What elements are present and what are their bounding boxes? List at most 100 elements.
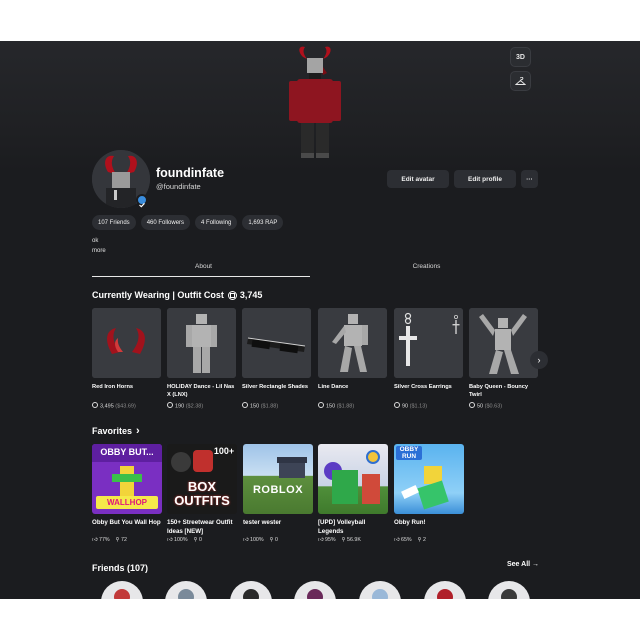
- wearing-item[interactable]: Silver Cross Earrings 90 ($1.13): [394, 308, 463, 410]
- username: @foundinfate: [156, 182, 201, 191]
- favorite-game[interactable]: OBBY BUT... WALLHOP Obby But You Wall Ho…: [92, 444, 162, 543]
- avatar-banner: 3D: [0, 41, 640, 171]
- verified-badge-icon: [136, 194, 148, 208]
- item-name: Red Iron Horns: [92, 384, 134, 390]
- friend-avatar[interactable]: [101, 581, 143, 599]
- item-thumbnail: [167, 308, 236, 378]
- currently-wearing-heading: Currently Wearing | Outfit Cost 3,745: [92, 290, 262, 300]
- wearing-item[interactable]: Red Iron Horns 3,495 ($43.69): [92, 308, 161, 410]
- friend-headshot: [372, 589, 388, 599]
- person-icon: ⚲: [417, 537, 422, 543]
- game-stats: 👍︎ 100% ⚲ 0: [243, 537, 278, 543]
- robux-icon: [92, 402, 98, 408]
- item-name: Silver Cross Earrings: [394, 384, 452, 390]
- game-stats: 👍︎ 95% ⚲ 56.9K: [318, 537, 361, 543]
- thumbnail-title: BOX OUTFITS: [174, 479, 230, 508]
- favorite-game[interactable]: ROBLOX tester wester 👍︎ 100% ⚲ 0: [243, 444, 313, 543]
- thumbnail-subtitle: WALLHOP: [96, 496, 158, 509]
- wearing-item[interactable]: HOLIDAY Dance - Lil Nas X (LNX) 190 ($2.…: [167, 308, 236, 410]
- thumbnail-logo: ROBLOX: [252, 484, 304, 496]
- edit-avatar-button[interactable]: Edit avatar: [387, 170, 449, 188]
- bio-text: ok: [92, 238, 99, 244]
- wearing-item[interactable]: Silver Rectangle Shades 150 ($1.88): [242, 308, 311, 410]
- friend-avatar[interactable]: [230, 581, 272, 599]
- item-name: Baby Queen - Bouncy Twirl: [469, 384, 529, 398]
- item-thumbnail: [92, 308, 161, 378]
- item-thumbnail: [242, 308, 311, 378]
- profile-stats: 107 Friends 460 Followers 4 Following 1,…: [92, 215, 284, 230]
- friend-avatar[interactable]: [424, 581, 466, 599]
- tab-creations[interactable]: Creations: [315, 259, 538, 278]
- item-name: HOLIDAY Dance - Lil Nas X (LNX): [167, 384, 235, 398]
- person-icon: ⚲: [115, 537, 120, 543]
- robux-icon: [227, 290, 237, 300]
- rap-value: 1,693 RAP: [242, 215, 284, 230]
- game-thumbnail: [318, 444, 388, 514]
- thumbs-up-icon: 👍︎: [318, 537, 324, 543]
- active-tab-indicator: [92, 276, 310, 277]
- friend-headshot: [243, 589, 259, 599]
- see-all-friends-link[interactable]: See All →: [507, 561, 539, 568]
- person-icon: ⚲: [269, 537, 274, 543]
- hanger-icon: [515, 76, 526, 85]
- chevron-right-icon: ›: [537, 355, 541, 365]
- edit-profile-button[interactable]: Edit profile: [454, 170, 516, 188]
- friend-avatar[interactable]: [488, 581, 530, 599]
- profile-page: 3D foundinfate @foundinfate Edit avatar …: [0, 41, 640, 599]
- friend-headshot: [307, 589, 323, 599]
- bio-more-link[interactable]: more: [92, 248, 106, 254]
- item-name: Line Dance: [318, 384, 349, 390]
- view-3d-button[interactable]: 3D: [510, 47, 531, 67]
- friends-heading: Friends (107): [92, 563, 149, 573]
- game-stats: 👍︎ 77% ⚲ 72: [92, 537, 127, 543]
- item-price: 150 ($1.88): [242, 402, 311, 410]
- display-name: foundinfate: [156, 166, 225, 180]
- friends-count[interactable]: 107 Friends: [92, 215, 136, 230]
- item-price: 50 ($0.63): [469, 402, 538, 410]
- game-name: 150+ Streetwear Outfit Ideas [NEW]: [167, 519, 233, 535]
- favorite-game[interactable]: [UPD] Volleyball Legends 👍︎ 95% ⚲ 56.9K: [318, 444, 388, 543]
- item-name: Silver Rectangle Shades: [242, 384, 309, 390]
- item-price: 190 ($2.38): [167, 402, 236, 410]
- item-price: 90 ($1.13): [394, 402, 463, 410]
- following-count[interactable]: 4 Following: [195, 215, 238, 230]
- person-icon: ⚲: [193, 537, 198, 543]
- favorites-heading[interactable]: Favorites ›: [92, 425, 140, 437]
- thumbs-up-icon: 👍︎: [243, 537, 249, 543]
- followers-count[interactable]: 460 Followers: [140, 215, 191, 230]
- favorite-game[interactable]: OBBY RUN Obby Run! 👍︎ 65% ⚲ 2: [394, 444, 464, 543]
- item-thumbnail: [318, 308, 387, 378]
- outfit-button[interactable]: [510, 71, 531, 91]
- currently-wearing-title: Currently Wearing | Outfit Cost: [92, 290, 224, 300]
- game-stats: 👍︎ 100% ⚲ 0: [167, 537, 202, 543]
- item-thumbnail: [394, 308, 463, 378]
- more-options-button[interactable]: ···: [521, 170, 538, 188]
- game-stats: 👍︎ 65% ⚲ 2: [394, 537, 426, 543]
- wearing-item[interactable]: Line Dance 150 ($1.88): [318, 308, 387, 410]
- avatar-3d-figure[interactable]: [283, 45, 347, 171]
- game-thumbnail: 100+ BOX OUTFITS: [167, 444, 237, 514]
- robux-icon: [242, 402, 248, 408]
- wearing-item[interactable]: Baby Queen - Bouncy Twirl 50 ($0.63): [469, 308, 538, 410]
- item-thumbnail: [469, 308, 538, 378]
- friend-headshot: [178, 589, 194, 599]
- friend-avatar[interactable]: [165, 581, 207, 599]
- item-price: 3,495 ($43.69): [92, 402, 161, 410]
- person-icon: ⚲: [341, 537, 346, 543]
- game-name: [UPD] Volleyball Legends: [318, 519, 366, 535]
- favorites-title: Favorites: [92, 426, 133, 436]
- robux-icon: [318, 402, 324, 408]
- thumbs-up-icon: 👍︎: [394, 537, 400, 543]
- friend-avatar[interactable]: [359, 581, 401, 599]
- item-price: 150 ($1.88): [318, 402, 387, 410]
- scroll-right-button[interactable]: ›: [530, 351, 548, 369]
- thumbs-up-icon: 👍︎: [92, 537, 98, 543]
- thumbnail-badge: 100+: [213, 446, 235, 456]
- game-name: Obby But You Wall Hop: [92, 519, 161, 526]
- friend-headshot: [501, 589, 517, 599]
- thumbnail-title: OBBY BUT...: [100, 447, 154, 457]
- friend-avatar[interactable]: [294, 581, 336, 599]
- favorite-game[interactable]: 100+ BOX OUTFITS 150+ Streetwear Outfit …: [167, 444, 237, 543]
- game-thumbnail: OBBY BUT... WALLHOP: [92, 444, 162, 514]
- friend-headshot: [437, 589, 453, 599]
